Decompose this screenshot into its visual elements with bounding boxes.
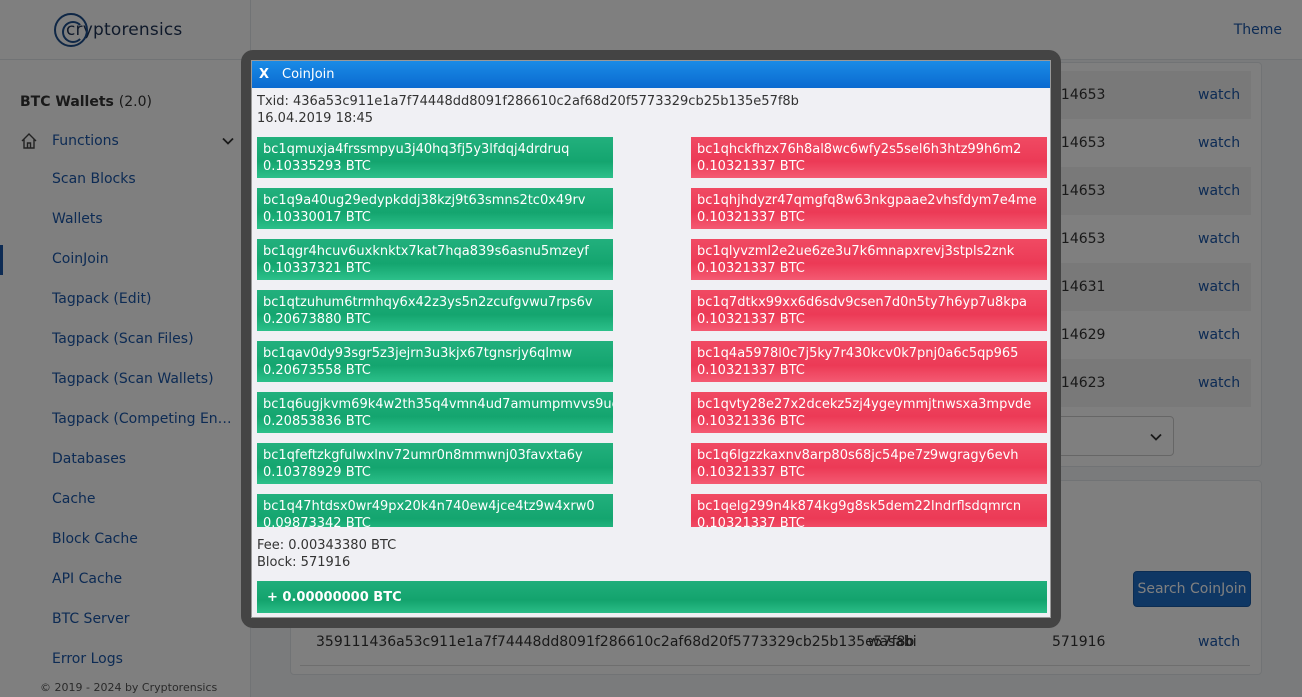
output-item[interactable]: bc1qhckfhzx76h8al8wc6wfy2s5sel6h3htz99h6…: [691, 137, 1047, 178]
address-text: bc1q6ugjkvm69k4w2th35q4vmn4ud7amumpmvvs9…: [263, 397, 613, 412]
output-item[interactable]: bc1qvty28e27x2dcekz5zj4ygeymmjtnwsxa3mpv…: [691, 392, 1047, 433]
amount-text: 0.20853836 BTC: [263, 414, 371, 429]
amount-text: 0.10321337 BTC: [697, 363, 805, 378]
close-button[interactable]: X: [252, 67, 272, 82]
amount-text: 0.10330017 BTC: [263, 210, 371, 225]
amount-text: 0.10321337 BTC: [697, 516, 805, 527]
address-text: bc1qtzuhum6trmhqy6x42z3ys5n2zcufgvwu7rps…: [263, 295, 593, 310]
amount-text: 0.10321337 BTC: [697, 159, 805, 174]
address-text: bc1qhckfhzx76h8al8wc6wfy2s5sel6h3htz99h6…: [697, 142, 1022, 157]
input-item[interactable]: bc1qav0dy93sgr5z3jejrn3u3kjx67tgnsrjy6ql…: [257, 341, 613, 382]
modal-title-bar: X CoinJoin: [252, 61, 1050, 88]
fee-text: Fee: 0.00343380 BTC: [257, 538, 397, 553]
address-text: bc1qmuxja4frssmpyu3j40hq3fj5y3lfdqj4drdr…: [263, 142, 570, 157]
address-text: bc1qfeftzkgfulwxlnv72umr0n8mmwnj03favxta…: [263, 448, 583, 463]
output-item[interactable]: bc1qhjhdyzr47qmgfq8w63nkgpaae2vhsfdym7e4…: [691, 188, 1047, 229]
amount-text: 0.10321336 BTC: [697, 414, 805, 429]
input-item[interactable]: bc1qfeftzkgfulwxlnv72umr0n8mmwnj03favxta…: [257, 443, 613, 484]
address-text: bc1q4a5978l0c7j5ky7r430kcv0k7pnj0a6c5qp9…: [697, 346, 1019, 361]
output-item[interactable]: bc1qlyvzml2e2ue6ze3u7k6mnapxrevj3stpls2z…: [691, 239, 1047, 280]
amount-text: 0.20673880 BTC: [263, 312, 371, 327]
modal-title: CoinJoin: [282, 67, 335, 82]
input-item[interactable]: bc1qmuxja4frssmpyu3j40hq3fj5y3lfdqj4drdr…: [257, 137, 613, 178]
coinjoin-modal: X CoinJoin Txid: 436a53c911e1a7f74448dd8…: [251, 60, 1051, 618]
address-text: bc1q47htdsx0wr49px20k4n740ew4jce4tz9w4xr…: [263, 499, 595, 514]
amount-text: 0.10321337 BTC: [697, 261, 805, 276]
txid-text: Txid: 436a53c911e1a7f74448dd8091f286610c…: [257, 94, 799, 109]
block-text: Block: 571916: [257, 555, 351, 570]
input-item[interactable]: bc1qgr4hcuv6uxknktx7kat7hqa839s6asnu5mze…: [257, 239, 613, 280]
input-item[interactable]: bc1q6ugjkvm69k4w2th35q4vmn4ud7amumpmvvs9…: [257, 392, 613, 433]
address-text: bc1qhjhdyzr47qmgfq8w63nkgpaae2vhsfdym7e4…: [697, 193, 1037, 208]
amount-text: 0.10335293 BTC: [263, 159, 371, 174]
outputs-list: bc1qhckfhzx76h8al8wc6wfy2s5sel6h3htz99h6…: [691, 137, 1047, 527]
amount-text: 0.10337321 BTC: [263, 261, 371, 276]
address-text: bc1q9a40ug29edypkddj38kzj9t63smns2tc0x49…: [263, 193, 586, 208]
output-item[interactable]: bc1qelg299n4k874kg9g8sk5dem22lndrflsdqmr…: [691, 494, 1047, 527]
address-text: bc1qelg299n4k874kg9g8sk5dem22lndrflsdqmr…: [697, 499, 1022, 514]
amount-text: 0.10321337 BTC: [697, 465, 805, 480]
output-item[interactable]: bc1q6lgzzkaxnv8arp80s68jc54pe7z9wgragy6e…: [691, 443, 1047, 484]
input-item[interactable]: bc1q9a40ug29edypkddj38kzj9t63smns2tc0x49…: [257, 188, 613, 229]
amount-text: 0.20673558 BTC: [263, 363, 371, 378]
tx-date: 16.04.2019 18:45: [257, 111, 374, 126]
input-item[interactable]: bc1qtzuhum6trmhqy6x42z3ys5n2zcufgvwu7rps…: [257, 290, 613, 331]
inputs-list: bc1qmuxja4frssmpyu3j40hq3fj5y3lfdqj4drdr…: [257, 137, 613, 527]
address-text: bc1qav0dy93sgr5z3jejrn3u3kjx67tgnsrjy6ql…: [263, 346, 573, 361]
address-text: bc1qvty28e27x2dcekz5zj4ygeymmjtnwsxa3mpv…: [697, 397, 1032, 412]
amount-text: 0.10321337 BTC: [697, 210, 805, 225]
output-item[interactable]: bc1q4a5978l0c7j5ky7r430kcv0k7pnj0a6c5qp9…: [691, 341, 1047, 382]
amount-text: 0.10321337 BTC: [697, 312, 805, 327]
amount-text: 0.09873342 BTC: [263, 516, 371, 527]
input-item[interactable]: bc1q47htdsx0wr49px20k4n740ew4jce4tz9w4xr…: [257, 494, 613, 527]
address-text: bc1qlyvzml2e2ue6ze3u7k6mnapxrevj3stpls2z…: [697, 244, 1015, 259]
balance-total: + 0.00000000 BTC: [257, 581, 1047, 613]
output-item[interactable]: bc1q7dtkx99xx6d6sdv9csen7d0n5ty7h6yp7u8k…: [691, 290, 1047, 331]
address-text: bc1q7dtkx99xx6d6sdv9csen7d0n5ty7h6yp7u8k…: [697, 295, 1027, 310]
amount-text: 0.10378929 BTC: [263, 465, 371, 480]
address-text: bc1q6lgzzkaxnv8arp80s68jc54pe7z9wgragy6e…: [697, 448, 1019, 463]
address-text: bc1qgr4hcuv6uxknktx7kat7hqa839s6asnu5mze…: [263, 244, 589, 259]
